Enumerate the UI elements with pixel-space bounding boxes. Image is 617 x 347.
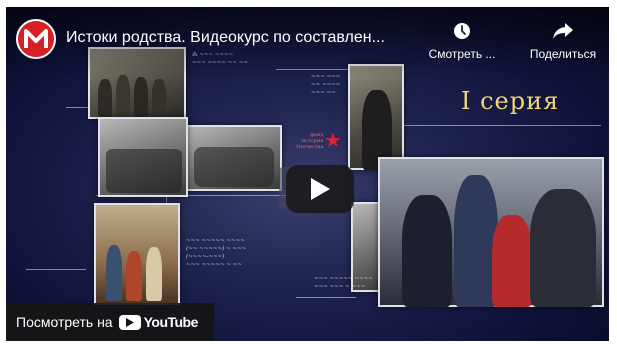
star-icon: ★ — [324, 130, 342, 152]
photo-caption: ~~~ ~~~~~ ~~~~ (~~ ~~~~~) ~ ~~~ (~~~~-~~~)… — [186, 238, 247, 268]
video-title[interactable]: Истоки родства. Видеокурс по составлен..… — [66, 29, 426, 47]
video-player[interactable]: ⁂ ~~~ ~~~~~~~ ~~~~ ~~ ~~ ~~~ ~~~~~ ~~~~~… — [6, 7, 609, 341]
youtube-logo: YouTube — [118, 314, 199, 330]
youtube-wordmark: YouTube — [143, 314, 199, 330]
family-photo — [378, 157, 604, 307]
play-icon — [311, 178, 330, 200]
share-arrow-icon — [553, 23, 573, 39]
archive-photo-woman — [348, 64, 404, 170]
share-button[interactable]: Поделиться — [518, 21, 608, 61]
archive-photo-children — [94, 203, 180, 305]
youtube-play-icon — [118, 314, 141, 330]
series-label: I серия — [461, 87, 560, 115]
clock-icon — [454, 23, 470, 39]
archive-photo-crowd — [98, 117, 188, 197]
decor-line — [401, 125, 601, 126]
fund-caption: фонд история Отечества — [296, 132, 324, 150]
archive-photo-soldiers — [182, 125, 282, 191]
play-button[interactable] — [286, 165, 354, 213]
decor-line — [26, 269, 86, 270]
channel-m-icon — [24, 29, 48, 48]
share-label: Поделиться — [529, 47, 597, 61]
watch-on-youtube-button[interactable]: Посмотреть на YouTube — [6, 303, 214, 341]
decor-line — [296, 297, 356, 298]
watch-later-label: Смотреть ... — [428, 47, 496, 61]
watch-on-label: Посмотреть на — [16, 314, 113, 330]
channel-logo[interactable] — [16, 19, 56, 59]
watch-later-button[interactable]: Смотреть ... — [422, 21, 502, 61]
